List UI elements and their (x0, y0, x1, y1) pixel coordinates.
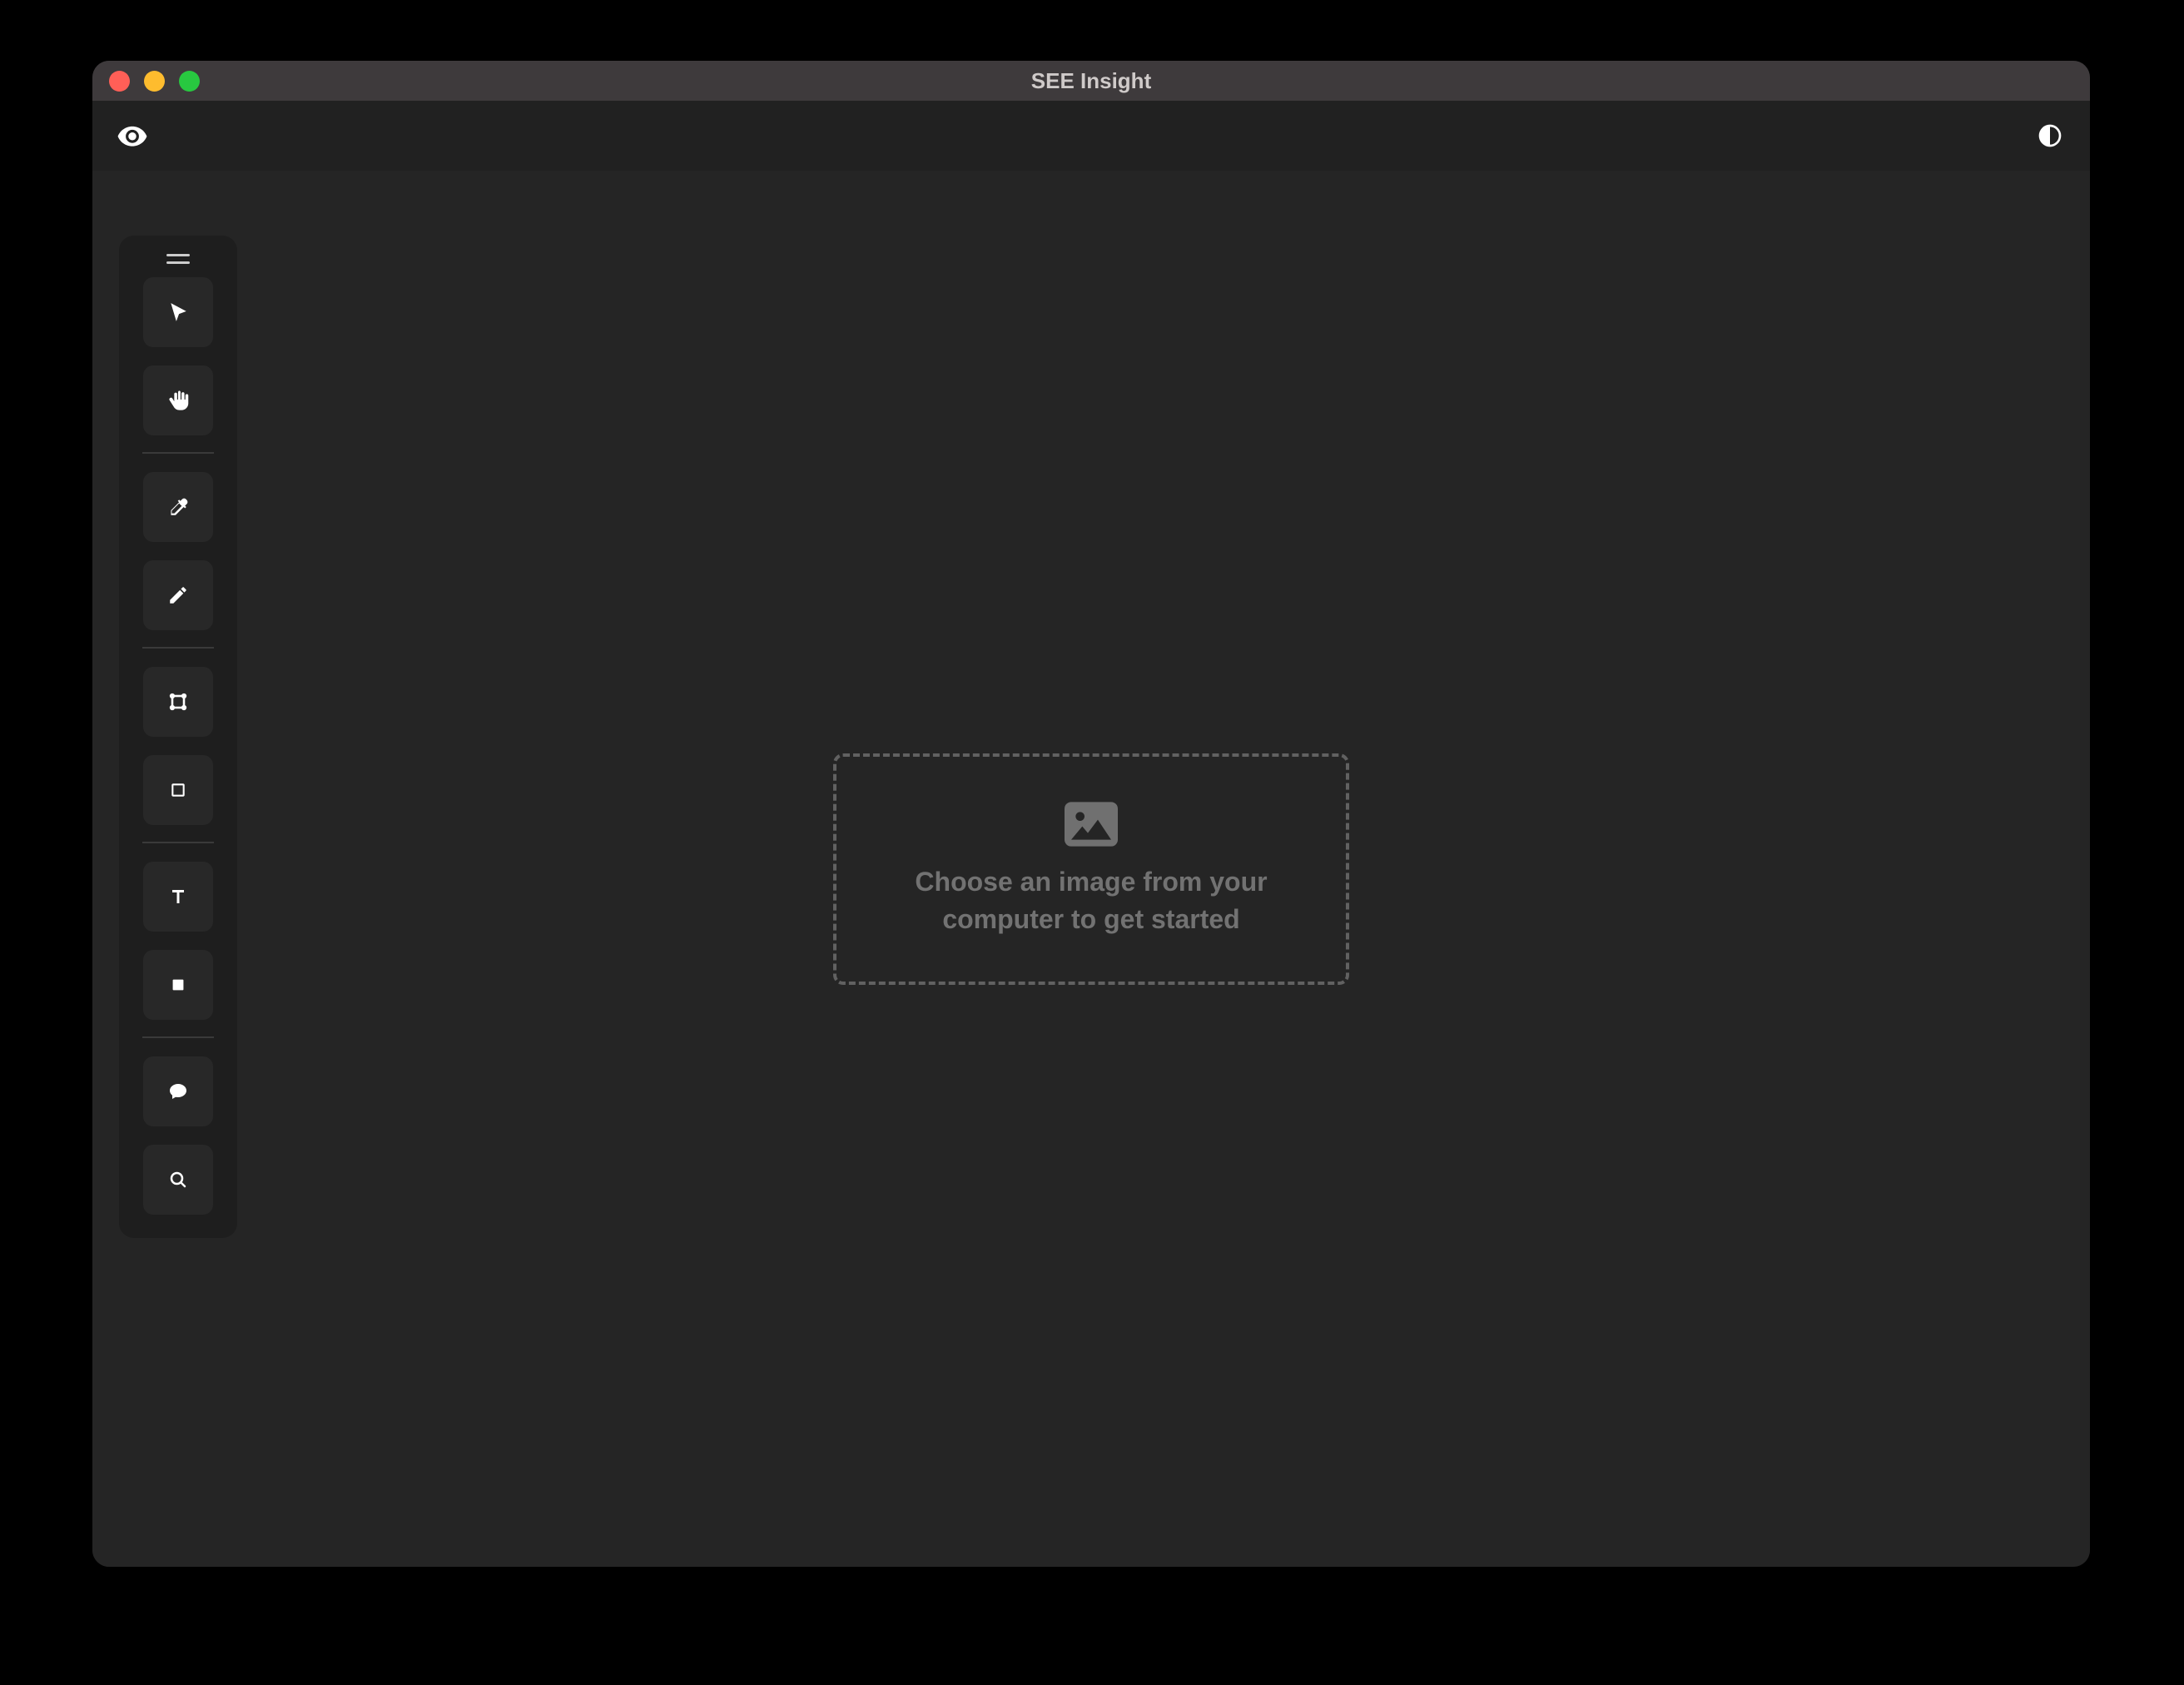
separator (142, 842, 214, 843)
separator (142, 647, 214, 649)
drag-handle-icon (166, 254, 190, 256)
pan-tool[interactable] (143, 365, 213, 435)
select-tool[interactable] (143, 277, 213, 347)
crop-tool[interactable] (143, 667, 213, 737)
app-window: SEE Insight (92, 61, 2090, 1567)
close-window-button[interactable] (109, 71, 130, 92)
titlebar: SEE Insight (92, 61, 2090, 101)
theme-toggle-button[interactable] (2033, 119, 2067, 152)
separator (142, 452, 214, 454)
pencil-tool[interactable] (143, 560, 213, 630)
text-icon (168, 887, 188, 907)
pencil-icon (167, 584, 189, 606)
dropzone-text: Choose an image from your computer to ge… (908, 863, 1274, 938)
fullscreen-window-button[interactable] (179, 71, 200, 92)
rectangle-outline-icon (170, 782, 186, 798)
eyedropper-tool[interactable] (143, 472, 213, 542)
hand-icon (166, 389, 190, 412)
drag-handle-icon (166, 261, 190, 264)
view-button[interactable] (116, 119, 149, 152)
topbar (92, 101, 2090, 171)
separator (142, 1036, 214, 1038)
window-title: SEE Insight (1031, 68, 1151, 94)
search-icon (168, 1170, 188, 1190)
fill-tool[interactable] (143, 950, 213, 1020)
text-tool[interactable] (143, 862, 213, 932)
minimize-window-button[interactable] (144, 71, 165, 92)
zoom-tool[interactable] (143, 1145, 213, 1215)
eyedropper-icon (167, 496, 189, 518)
crop-icon (166, 690, 190, 713)
comment-tool[interactable] (143, 1056, 213, 1126)
eye-icon (117, 120, 148, 152)
workspace: Choose an image from your computer to ge… (92, 171, 2090, 1567)
rectangle-tool[interactable] (143, 755, 213, 825)
panel-drag-handle[interactable] (166, 254, 190, 264)
image-icon (1065, 800, 1118, 848)
cursor-icon (167, 301, 189, 323)
contrast-icon (2037, 122, 2063, 149)
window-controls (109, 71, 200, 92)
tool-panel (119, 236, 237, 1238)
image-dropzone[interactable]: Choose an image from your computer to ge… (833, 753, 1349, 985)
stop-square-icon (169, 976, 187, 994)
comment-icon (168, 1081, 188, 1101)
